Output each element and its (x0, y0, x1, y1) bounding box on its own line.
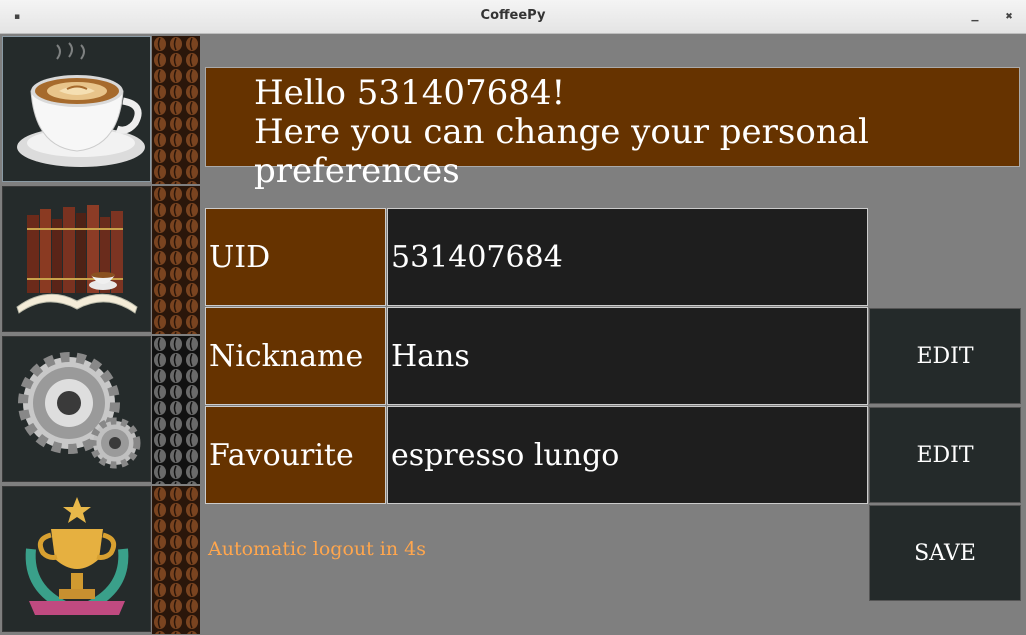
books-icon (15, 205, 138, 314)
logout-countdown: Automatic logout in 4s (208, 538, 426, 560)
coffee-beans-decoration (152, 486, 200, 634)
uid-label: UID (205, 208, 386, 306)
coffee-cup-icon (16, 42, 145, 167)
coffee-beans-decoration (152, 186, 200, 334)
close-icon[interactable]: ✖ (1004, 12, 1014, 22)
window-title: CoffeePy (480, 8, 546, 23)
greeting-subtitle: Here you can change your personal prefer… (254, 112, 869, 191)
edit-favourite-button[interactable]: EDIT (869, 407, 1021, 503)
edit-nickname-button[interactable]: EDIT (869, 308, 1021, 404)
coffee-beans-decoration (152, 36, 200, 184)
sidebar-item-trophy[interactable] (2, 486, 151, 632)
sidebar-item-settings[interactable] (2, 336, 151, 482)
uid-value: 531407684 (387, 208, 868, 306)
favourite-value: espresso lungo (387, 406, 868, 504)
minimize-icon[interactable]: ▁ (970, 12, 980, 22)
favourite-label: Favourite (205, 406, 386, 504)
greeting-line: Hello 531407684! (254, 73, 566, 113)
sidebar-item-books[interactable] (2, 186, 151, 332)
trophy-icon (25, 497, 128, 615)
nickname-value: Hans (387, 307, 868, 405)
nickname-label: Nickname (205, 307, 386, 405)
sidebar-item-coffee[interactable] (2, 36, 151, 182)
coffee-beans-decoration (152, 336, 200, 484)
gears-icon (17, 352, 140, 469)
save-button[interactable]: SAVE (869, 505, 1021, 601)
window-titlebar: ▪ CoffeePy ▁ ✖ (0, 0, 1026, 34)
greeting-banner: Hello 531407684! Here you can change you… (205, 67, 1020, 191)
